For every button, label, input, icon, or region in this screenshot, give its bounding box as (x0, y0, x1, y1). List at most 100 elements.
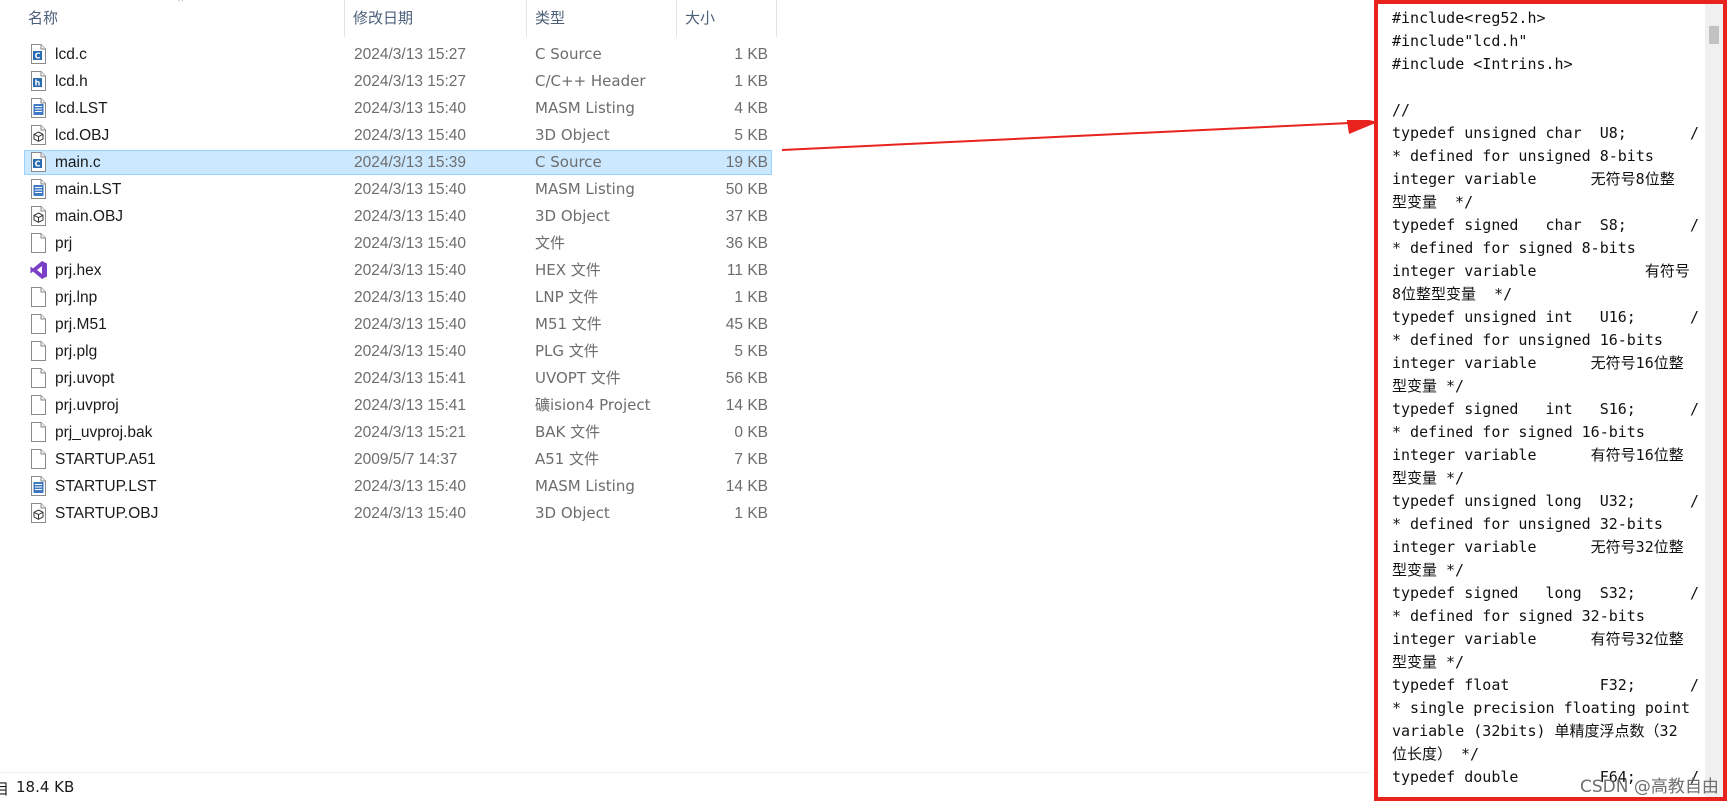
column-header-date[interactable]: 修改日期 (345, 0, 527, 37)
status-bar: 目 18.4 KB (0, 772, 1370, 801)
code-line: variable (32bits) 单精度浮点数（32 (1392, 722, 1678, 740)
file-modified-date: 2024/3/13 15:40 (354, 289, 467, 306)
file-name[interactable]: prj.plg (55, 338, 97, 365)
file-name[interactable]: main.OBJ (55, 203, 123, 230)
file-size: 1 KB (734, 289, 768, 306)
file-name[interactable]: STARTUP.LST (55, 473, 157, 500)
file-name[interactable]: lcd.c (55, 41, 87, 68)
code-viewer[interactable]: #include<reg52.h> #include"lcd.h" #include… (1374, 0, 1727, 801)
file-name[interactable]: prj.hex (55, 257, 102, 284)
code-line: * single precision floating point (1392, 699, 1691, 717)
blank-file-icon (30, 233, 47, 253)
file-name[interactable]: lcd.LST (55, 95, 108, 122)
header-file-icon: h (30, 71, 47, 91)
file-size: 0 KB (734, 424, 768, 441)
status-selected-size: 18.4 KB (16, 778, 75, 796)
file-row[interactable]: Cmain.c 2024/3/13 15:39 C Source 19 KB (0, 149, 780, 176)
file-row[interactable]: main.OBJ 2024/3/13 15:40 3D Object 37 KB (0, 203, 780, 230)
file-modified-date: 2024/3/13 15:40 (354, 343, 467, 360)
file-type: M51 文件 (535, 315, 602, 333)
code-line: * defined for signed 16-bits (1392, 423, 1645, 441)
file-modified-date: 2024/3/13 15:41 (354, 397, 467, 414)
code-line: 8位整型变量 */ (1392, 285, 1513, 303)
file-size: 11 KB (726, 262, 768, 279)
file-row[interactable]: STARTUP.A51 2009/5/7 14:37 A51 文件 7 KB (0, 446, 780, 473)
file-size: 36 KB (725, 235, 768, 252)
file-row[interactable]: prj.M51 2024/3/13 15:40 M51 文件 45 KB (0, 311, 780, 338)
file-modified-date: 2024/3/13 15:40 (354, 316, 467, 333)
code-text: #include<reg52.h> #include"lcd.h" #include… (1392, 7, 1702, 789)
watermark: CSDN @高教自由 (1580, 777, 1719, 797)
file-name[interactable]: lcd.h (55, 68, 88, 95)
file-type: 文件 (535, 234, 566, 252)
code-line: #include"lcd.h" (1392, 32, 1528, 50)
code-line: integer variable 无符号32位整 (1392, 538, 1684, 556)
file-name[interactable]: prj.M51 (55, 311, 107, 338)
file-size: 56 KB (725, 370, 768, 387)
file-type: 礦ision4 Project (535, 396, 651, 414)
file-row[interactable]: main.LST 2024/3/13 15:40 MASM Listing 50 KB (0, 176, 780, 203)
object-file-icon (30, 206, 47, 226)
file-modified-date: 2024/3/13 15:41 (354, 370, 467, 387)
code-line: 型变量 */ (1392, 377, 1465, 395)
file-name[interactable]: prj.uvopt (55, 365, 114, 392)
file-name[interactable]: prj (55, 230, 72, 257)
code-line: typedef signed long S32; / (1392, 584, 1700, 602)
file-row[interactable]: prj.lnp 2024/3/13 15:40 LNP 文件 1 KB (0, 284, 780, 311)
file-type: 3D Object (535, 207, 610, 225)
file-name[interactable]: lcd.OBJ (55, 122, 109, 149)
column-header-type[interactable]: 类型 (527, 0, 677, 37)
visual-studio-icon (30, 260, 47, 280)
code-line: * defined for signed 32-bits (1392, 607, 1645, 625)
file-row[interactable]: Clcd.c 2024/3/13 15:27 C Source 1 KB (0, 41, 780, 68)
file-row[interactable]: prj.hex 2024/3/13 15:40 HEX 文件 11 KB (0, 257, 780, 284)
file-row[interactable]: prj.plg 2024/3/13 15:40 PLG 文件 5 KB (0, 338, 780, 365)
file-name[interactable]: main.LST (55, 176, 121, 203)
file-row[interactable]: h lcd.h 2024/3/13 15:27 C/C++ Header 1 KB (0, 68, 780, 95)
sort-ascending-icon: ⌃ (176, 0, 186, 9)
code-scrollbar[interactable] (1705, 4, 1723, 797)
code-line: typedef signed int S16; / (1392, 400, 1700, 418)
file-name[interactable]: main.c (55, 149, 101, 176)
file-size: 19 KB (725, 154, 768, 171)
file-name[interactable]: STARTUP.OBJ (55, 500, 158, 527)
file-row[interactable]: prj.uvopt 2024/3/13 15:41 UVOPT 文件 56 KB (0, 365, 780, 392)
svg-text:h: h (35, 79, 41, 88)
file-modified-date: 2024/3/13 15:40 (354, 100, 467, 117)
file-type: 3D Object (535, 504, 610, 522)
file-type: HEX 文件 (535, 261, 601, 279)
file-type: 3D Object (535, 126, 610, 144)
file-name[interactable]: prj.uvproj (55, 392, 119, 419)
object-file-icon (30, 503, 47, 523)
blank-file-icon (30, 287, 47, 307)
code-line: integer variable 有符号16位整 (1392, 446, 1684, 464)
file-size: 1 KB (734, 505, 768, 522)
file-row[interactable]: lcd.LST 2024/3/13 15:40 MASM Listing 4 KB (0, 95, 780, 122)
file-modified-date: 2024/3/13 15:21 (354, 424, 467, 441)
file-size: 1 KB (734, 73, 768, 90)
c-source-file-icon: C (30, 44, 47, 64)
file-row[interactable]: prj.uvproj 2024/3/13 15:41 礦ision4 Project… (0, 392, 780, 419)
file-name[interactable]: prj.lnp (55, 284, 97, 311)
file-modified-date: 2024/3/13 15:40 (354, 181, 467, 198)
annotation-arrow (781, 120, 1378, 151)
code-scrollbar-thumb[interactable] (1709, 26, 1719, 44)
file-name[interactable]: STARTUP.A51 (55, 446, 156, 473)
svg-text:C: C (35, 160, 41, 169)
file-row[interactable]: STARTUP.LST 2024/3/13 15:40 MASM Listing 14… (0, 473, 780, 500)
file-size: 50 KB (725, 181, 768, 198)
file-row[interactable]: lcd.OBJ 2024/3/13 15:40 3D Object 5 KB (0, 122, 780, 149)
code-line: integer variable 有符号 (1392, 262, 1690, 280)
file-row[interactable]: prj 2024/3/13 15:40 文件 36 KB (0, 230, 780, 257)
blank-file-icon (30, 422, 47, 442)
code-line: * defined for unsigned 8-bits (1392, 147, 1654, 165)
blank-file-icon (30, 449, 47, 469)
listing-file-icon (30, 476, 47, 496)
code-line: 型变量 */ (1392, 193, 1474, 211)
column-header-size[interactable]: 大小 (677, 0, 777, 37)
file-name[interactable]: prj_uvproj.bak (55, 419, 152, 446)
file-row[interactable]: STARTUP.OBJ 2024/3/13 15:40 3D Object 1 KB (0, 500, 780, 527)
file-row[interactable]: prj_uvproj.bak 2024/3/13 15:21 BAK 文件 0 KB (0, 419, 780, 446)
file-size: 7 KB (734, 451, 768, 468)
